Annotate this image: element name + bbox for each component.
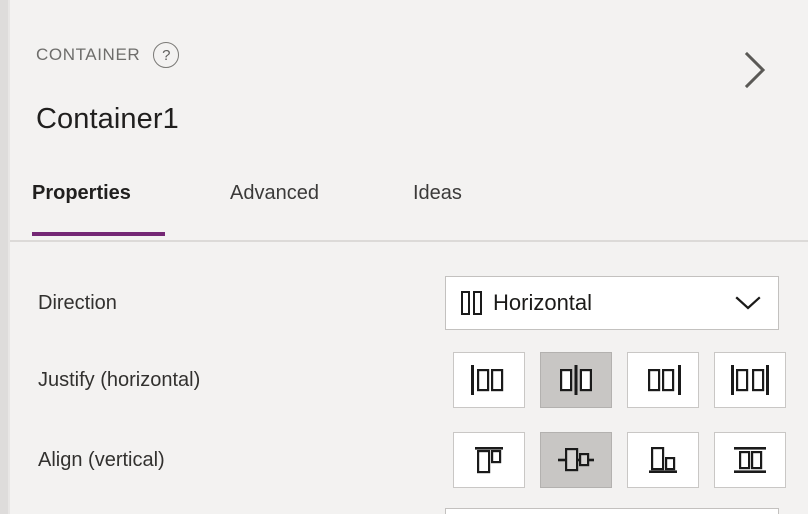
page-title: Container1	[36, 103, 179, 135]
align-left-icon	[471, 365, 504, 395]
justify-button-group	[453, 352, 786, 408]
chevron-down-icon[interactable]	[735, 295, 761, 311]
question-circle-icon[interactable]: ?	[153, 42, 180, 68]
label-direction: Direction	[38, 291, 117, 314]
justify-end-button[interactable]	[627, 352, 699, 408]
align-bottom-icon	[649, 446, 677, 473]
chevron-right-icon[interactable]	[738, 48, 770, 92]
justify-start-button[interactable]	[453, 352, 525, 408]
align-stretch-vertical-icon	[734, 447, 766, 473]
chevron-right-glyph	[744, 51, 766, 89]
direction-dropdown[interactable]: Horizontal	[445, 276, 779, 330]
properties-panel: CONTAINER ? Container1 Properties Advanc…	[0, 0, 808, 514]
align-stretch-button[interactable]	[714, 432, 786, 488]
tab-ideas[interactable]: Ideas	[413, 182, 462, 205]
panel-kicker: CONTAINER	[36, 45, 141, 64]
property-row-justify: Justify (horizontal)	[10, 352, 808, 408]
panel-content: CONTAINER ? Container1 Properties Advanc…	[10, 0, 808, 514]
align-button-group	[453, 432, 786, 488]
align-top-button[interactable]	[453, 432, 525, 488]
tab-bar-divider	[10, 240, 808, 242]
panel-header: CONTAINER ?	[36, 42, 180, 68]
space-between-horizontal-icon	[731, 365, 769, 395]
align-top-icon	[475, 447, 503, 474]
next-property-control-partial[interactable]	[445, 508, 779, 514]
label-justify: Justify (horizontal)	[38, 368, 201, 391]
label-align: Align (vertical)	[38, 448, 165, 471]
tab-properties[interactable]: Properties	[32, 182, 131, 205]
justify-center-button[interactable]	[540, 352, 612, 408]
tab-bar: Properties Advanced Ideas	[10, 182, 808, 242]
align-center-horizontal-icon	[560, 365, 592, 395]
active-tab-indicator	[32, 232, 165, 236]
tab-advanced[interactable]: Advanced	[230, 182, 319, 205]
direction-value: Horizontal	[493, 290, 593, 315]
align-right-icon	[648, 365, 681, 395]
align-bottom-button[interactable]	[627, 432, 699, 488]
align-center-button[interactable]	[540, 432, 612, 488]
panel-left-edge	[0, 0, 8, 514]
property-row-direction: Direction Horizontal	[10, 276, 808, 330]
justify-space-between-button[interactable]	[714, 352, 786, 408]
property-row-align: Align (vertical)	[10, 432, 808, 488]
two-columns-icon	[461, 291, 482, 315]
chevron-down-glyph	[735, 296, 761, 310]
align-center-vertical-icon	[558, 447, 594, 472]
